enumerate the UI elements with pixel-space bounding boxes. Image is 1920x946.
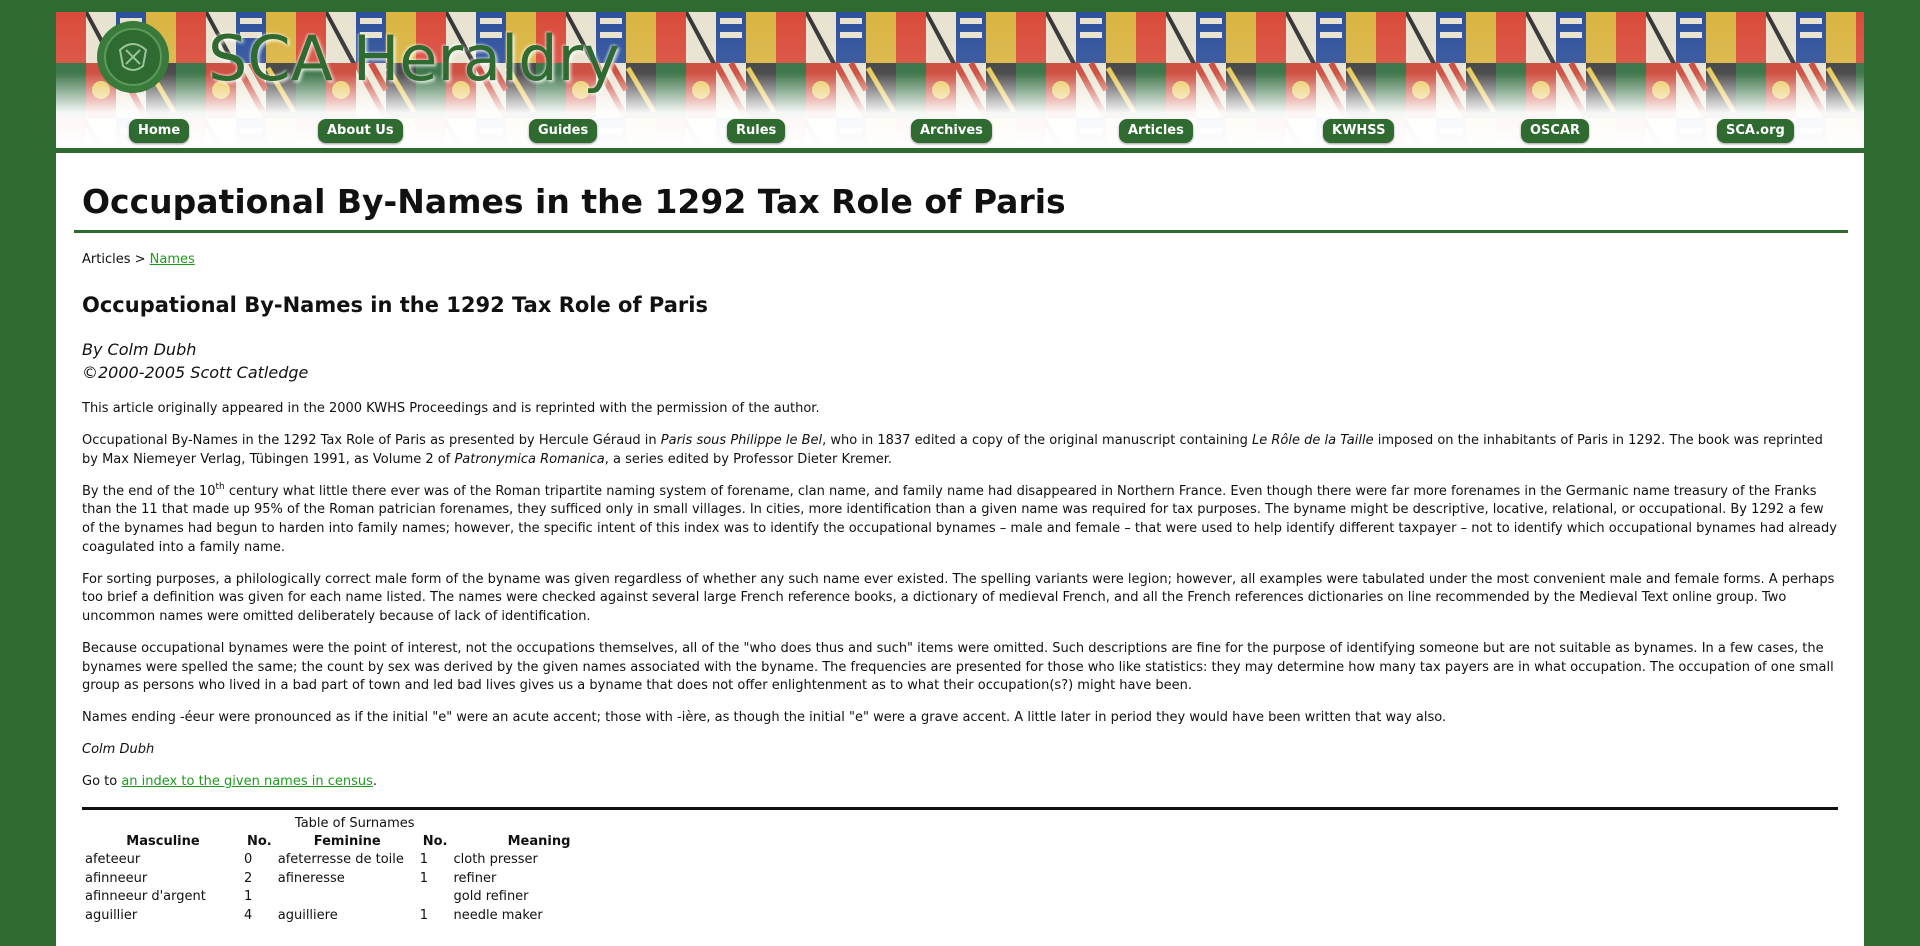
column-header-feminine: Feminine [313,834,381,849]
nav-home-button[interactable]: Home [129,119,190,143]
article-title: Occupational By-Names in the 1292 Tax Ro… [82,293,708,317]
nav-about-us-button[interactable]: About Us [318,119,403,143]
cell-meaning: refiner [453,870,497,886]
nav-oscar-button[interactable]: OSCAR [1521,119,1590,143]
breadcrumb: Articles > Names [82,251,195,269]
page-container: SCA Heraldry Home About Us Guides Rules … [56,8,1864,946]
signature: Colm Dubh [82,741,1840,760]
cell-count: 1 [419,852,429,867]
table-row: afeteeur 0 afeterresse de toile 1 cloth … [85,851,625,870]
site-banner: SCA Heraldry Home About Us Guides Rules … [56,8,1864,153]
cell-feminine: afineresse [277,870,345,886]
breadcrumb-names-link[interactable]: Names [150,252,195,267]
breadcrumb-root: Articles [82,252,131,267]
table-header-row: Masculine No. Feminine No. Meaning [85,833,625,851]
article-body: This article originally appeared in the … [82,400,1840,806]
nav-archives-button[interactable]: Archives [911,119,992,143]
cell-masculine: aguillier [85,907,138,923]
text-span: . [372,774,378,790]
site-title[interactable]: SCA Heraldry [208,24,620,94]
column-header-meaning: Meaning [507,834,571,849]
nav-rules-button[interactable]: Rules [727,119,786,143]
text-span: , who in 1837 edited a copy of the origi… [822,433,1252,449]
cell-count [420,888,451,907]
paragraph-scope: Because occupational bynames were the po… [82,640,1834,694]
manuscript-title: Le Rôle de la Taille [1252,433,1374,449]
cell-masculine: afinneeur [85,870,148,886]
text-span: , a series edited by Professor Dieter Kr… [604,451,893,467]
cell-count: 1 [244,889,253,905]
cell-feminine [278,888,417,907]
copyright-line: ©2000-2005 Scott Catledge [82,363,309,382]
nav-sca-org-button[interactable]: SCA.org [1717,119,1794,143]
table-row: afinneeur d'argent 1 gold refiner [85,888,625,907]
cell-feminine: aguilliere [277,907,338,923]
text-span: By the end of the 10 [82,483,216,499]
paragraph-pronunciation: Names ending -éeur were pronounced as if… [82,710,1447,726]
byline: By Colm Dubh ©2000-2005 Scott Catledge [82,338,308,384]
column-header-no: No. [247,834,272,849]
cell-meaning: cloth presser [453,852,538,867]
cell-count: 1 [419,907,429,923]
cell-meaning: needle maker [453,907,543,923]
paragraph-history: By the end of the 10th century what litt… [82,481,1840,557]
goto-line: Go to an index to the given names in cen… [82,773,1840,792]
column-header-no: No. [422,834,448,849]
paragraph-reprint-note: This article originally appeared in the … [82,401,820,416]
table-divider [82,807,1838,810]
table-caption: Table of Surnames [294,816,415,831]
table-row: afinneeur 2 afineresse 1 refiner [85,870,625,889]
text-span: Occupational By-Names in the 1292 Tax Ro… [82,433,661,449]
nav-guides-button[interactable]: Guides [529,119,598,143]
cell-feminine: afeterresse de toile [277,852,404,867]
series-title: Patronymica Romanica [454,451,605,467]
signature-name: Colm Dubh [82,742,155,758]
author-line: By Colm Dubh [82,340,197,359]
main-nav: Home About Us Guides Rules Archives Arti… [56,114,1864,143]
surnames-table: Table of Surnames Masculine No. Feminine… [82,815,628,925]
title-divider [74,230,1848,233]
cell-count: 4 [244,907,253,923]
text-span: century what little there ever was of th… [82,483,1837,555]
cell-masculine: afeteeur [85,852,141,867]
text-span: Go to [82,774,122,790]
table-row: aguillier 4 aguilliere 1 needle maker [85,907,625,926]
book-title: Paris sous Philippe le Bel [660,433,823,449]
cell-count: 2 [244,870,253,886]
seal-icon[interactable] [96,20,170,94]
header-divider [56,148,1864,153]
cell-meaning: gold refiner [453,889,529,905]
ordinal-superscript: th [215,481,225,492]
column-header-masculine: Masculine [126,834,200,849]
cell-count: 1 [419,870,429,886]
given-names-index-link[interactable]: an index to the given names in census [121,774,373,789]
cell-masculine: afinneeur d'argent [85,889,206,905]
paragraph-sorting: For sorting purposes, a philologically c… [82,571,1835,624]
nav-articles-button[interactable]: Articles [1119,119,1193,143]
page-title: Occupational By-Names in the 1292 Tax Ro… [82,182,1066,221]
cell-count: 0 [244,852,253,867]
breadcrumb-separator: > [134,252,146,267]
nav-kwhss-button[interactable]: KWHSS [1323,119,1395,143]
paragraph-source: Occupational By-Names in the 1292 Tax Ro… [82,432,1840,469]
